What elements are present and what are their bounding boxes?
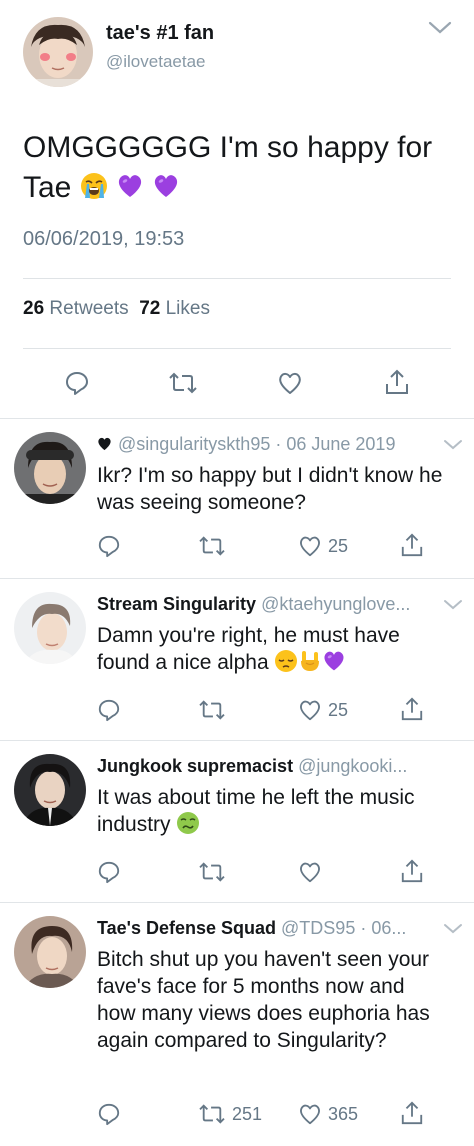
like-heart-icon[interactable]: 365	[298, 1102, 358, 1126]
engagement-stats: 26 Retweets 72 Likes	[23, 298, 210, 320]
like-heart-icon[interactable]: 25	[298, 698, 348, 722]
reply-text-content: It was about time he left the music indu…	[97, 786, 415, 836]
reply-text-content: Damn you're right, he must have found a …	[97, 624, 400, 674]
display-name[interactable]: Stream Singularity	[97, 594, 256, 614]
user-handle[interactable]: @ktaehyunglove...	[261, 594, 410, 614]
reply-text: Damn you're right, he must have found a …	[97, 622, 447, 676]
reply-icon[interactable]	[97, 698, 121, 722]
reply-header: @singularityskth95 · 06 June 2019	[97, 434, 437, 455]
reply-tweet[interactable]: @singularityskth95 · 06 June 2019 Ikr? I…	[0, 418, 474, 578]
likes-label[interactable]: Likes	[166, 298, 210, 319]
chevron-down-icon[interactable]	[443, 922, 463, 934]
reply-date[interactable]: · 06...	[360, 918, 406, 938]
chevron-down-icon[interactable]	[443, 438, 463, 450]
chevron-down-icon[interactable]	[443, 598, 463, 610]
reply-text: Ikr? I'm so happy but I didn't know he w…	[97, 464, 443, 514]
display-name[interactable]: Tae's Defense Squad	[97, 918, 276, 938]
main-tweet: tae's #1 fan @ilovetaetae OMGGGGGG I'm s…	[0, 0, 474, 420]
share-icon[interactable]	[400, 532, 424, 558]
purple-heart-emoji	[116, 172, 144, 200]
reply-icon[interactable]	[64, 370, 90, 396]
likes-count: 365	[328, 1103, 359, 1124]
purple-heart-emoji	[152, 172, 180, 200]
nauseated-face-emoji	[176, 811, 200, 835]
avatar[interactable]	[14, 432, 86, 504]
tweet-actions	[0, 366, 474, 400]
reply-icon[interactable]	[97, 860, 121, 884]
reply-header: Tae's Defense Squad @TDS95 · 06...	[97, 918, 437, 939]
chevron-down-icon[interactable]	[428, 20, 452, 36]
retweets-count[interactable]: 26	[23, 298, 44, 319]
reply-tweet[interactable]: Jungkook supremacist @jungkooki... It wa…	[0, 740, 474, 902]
user-handle[interactable]: @TDS95	[281, 918, 355, 938]
purple-heart-emoji	[322, 649, 346, 673]
reply-icon[interactable]	[97, 1102, 121, 1126]
retweet-icon[interactable]: 251	[198, 1102, 262, 1126]
user-handle[interactable]: @singularityskth95	[118, 434, 270, 454]
user-handle[interactable]: @ilovetaetae	[106, 52, 206, 72]
avatar[interactable]	[14, 754, 86, 826]
reply-text: It was about time he left the music indu…	[97, 784, 447, 838]
retweet-icon[interactable]	[198, 860, 226, 884]
pensive-face-emoji	[274, 649, 298, 673]
share-icon[interactable]	[400, 696, 424, 722]
tweet-timestamp[interactable]: 06/06/2019, 19:53	[23, 228, 184, 251]
retweet-icon[interactable]	[198, 534, 226, 558]
share-icon[interactable]	[400, 858, 424, 884]
likes-count: 25	[328, 699, 349, 720]
likes-count[interactable]: 72	[139, 298, 160, 319]
black-heart-icon	[97, 436, 112, 451]
avatar[interactable]	[14, 916, 86, 988]
reply-date[interactable]: · 06 June 2019	[275, 434, 395, 454]
tweet-text: OMGGGGGG I'm so happy for Tae	[23, 128, 453, 208]
avatar[interactable]	[14, 592, 86, 664]
reply-header: Stream Singularity @ktaehyunglove...	[97, 594, 437, 615]
reply-tweet[interactable]: Stream Singularity @ktaehyunglove... Dam…	[0, 578, 474, 740]
reply-icon[interactable]	[97, 534, 121, 558]
avatar[interactable]	[23, 17, 93, 87]
loudly-crying-face-emoji	[80, 172, 108, 200]
display-name[interactable]: Jungkook supremacist	[97, 756, 293, 776]
sign-of-horns-emoji	[298, 649, 322, 673]
retweets-label[interactable]: Retweets	[49, 298, 128, 319]
share-icon[interactable]	[384, 368, 410, 396]
divider	[23, 348, 451, 349]
like-heart-icon[interactable]: 25	[298, 534, 348, 558]
like-heart-icon[interactable]	[298, 860, 322, 884]
reply-header: Jungkook supremacist @jungkooki...	[97, 756, 437, 777]
retweet-icon[interactable]	[198, 698, 226, 722]
retweet-icon[interactable]	[168, 370, 198, 396]
reply-tweet[interactable]: Tae's Defense Squad @TDS95 · 06... Bitch…	[0, 902, 474, 1146]
user-handle[interactable]: @jungkooki...	[298, 756, 407, 776]
like-heart-icon[interactable]	[277, 370, 303, 396]
reply-text: Bitch shut up you haven't seen your fave…	[97, 948, 430, 1052]
display-name[interactable]: tae's #1 fan	[106, 22, 214, 45]
retweets-count: 251	[232, 1103, 263, 1124]
divider	[23, 278, 451, 279]
share-icon[interactable]	[400, 1100, 424, 1126]
likes-count: 25	[328, 535, 349, 556]
